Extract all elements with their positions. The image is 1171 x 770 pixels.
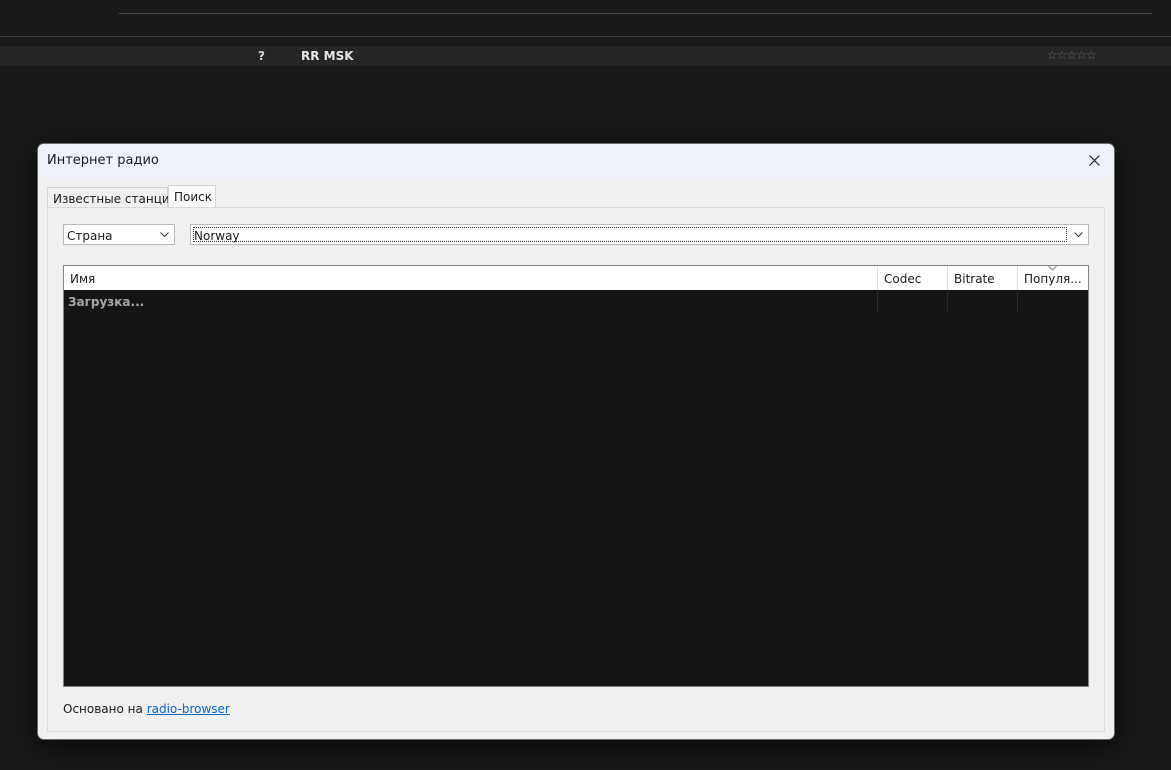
track-number: ? [258,49,265,63]
dialog-title: Интернет радио [47,153,159,168]
attribution: Основано на radio-browser [63,702,230,716]
stations-list[interactable]: Имя Codec Bitrate Популя... Загрузка... [63,265,1089,687]
column-header-codec[interactable]: Codec [878,266,948,290]
close-icon [1089,155,1100,166]
separator-line [0,36,1171,37]
search-panel: Страна Norway Имя Codec Bitrate Популя..… [47,207,1105,732]
column-header-bitrate[interactable]: Bitrate [948,266,1018,290]
tab-known-stations[interactable]: Известные станции [47,187,177,207]
search-query-combo[interactable]: Norway [190,224,1089,245]
chevron-down-icon [160,232,169,238]
column-divider [947,290,948,312]
list-header: Имя Codec Bitrate Популя... [64,266,1088,290]
column-divider [1017,290,1018,312]
attribution-text: Основано на [63,702,143,716]
separator-line [119,13,1152,14]
chevron-down-icon[interactable] [1074,232,1083,238]
radio-browser-link[interactable]: radio-browser [147,702,230,716]
rating-stars[interactable]: ☆☆☆☆☆ [1047,48,1097,62]
focus-rectangle [193,227,1067,242]
column-divider [877,290,878,312]
filter-type-value: Страна [67,229,113,243]
title-bar[interactable]: Интернет радио [38,144,1114,178]
loading-status: Загрузка... [68,295,145,309]
internet-radio-dialog: Интернет радио Известные станции Поиск С… [37,143,1115,740]
track-title: RR MSK [301,49,354,63]
playlist-row[interactable]: ? RR MSK ☆☆☆☆☆ [0,46,1171,66]
sort-descending-icon [1048,266,1057,271]
tab-search[interactable]: Поиск [168,185,216,208]
close-button[interactable] [1076,144,1114,178]
column-header-name[interactable]: Имя [64,266,878,290]
search-query-value[interactable]: Norway [194,229,240,243]
filter-type-dropdown[interactable]: Страна [63,224,175,245]
